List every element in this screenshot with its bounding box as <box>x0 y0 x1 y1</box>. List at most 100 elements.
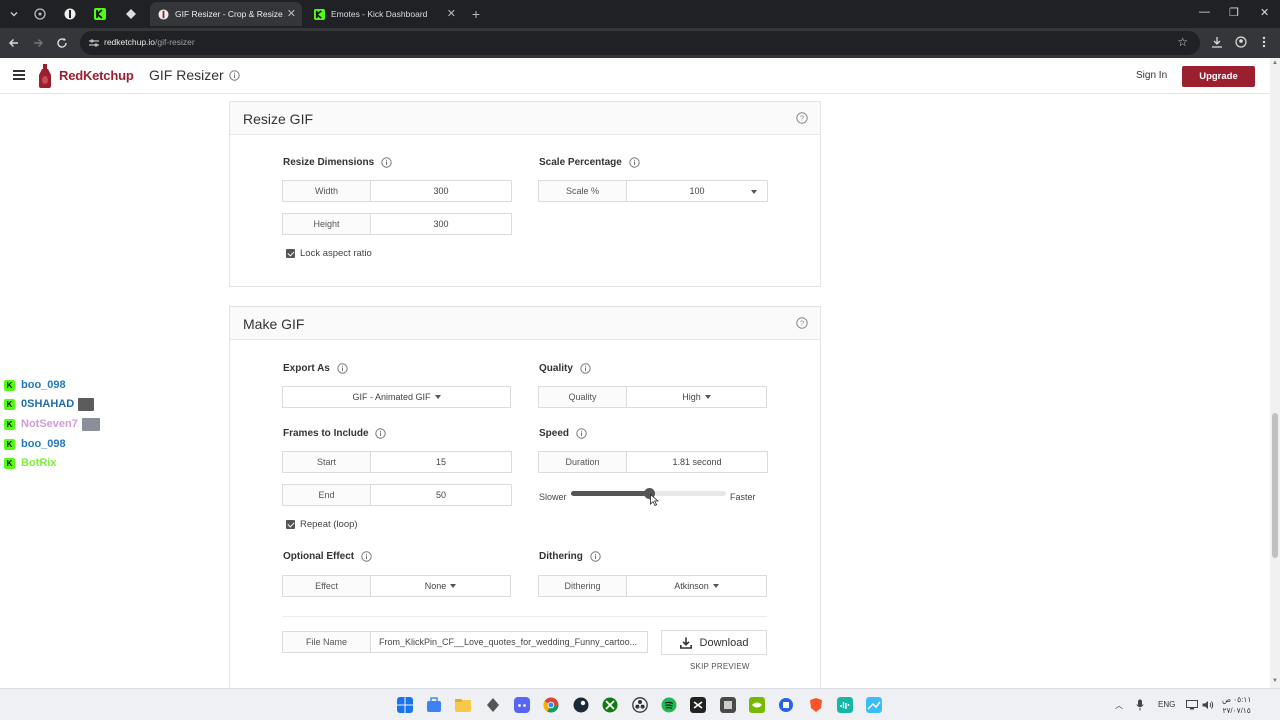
app-icon[interactable] <box>485 697 501 713</box>
repeat-loop-checkbox[interactable]: Repeat (loop) <box>286 519 358 530</box>
chat-username: 0SHAHAD <box>21 398 75 410</box>
new-tab-button[interactable]: + <box>467 5 485 23</box>
network-icon[interactable] <box>1186 700 1198 710</box>
brand-name[interactable]: RedKetchup <box>59 68 134 83</box>
file-name-field[interactable]: File Name From_KlickPin_CF__Love_quotes_… <box>282 631 648 653</box>
width-input[interactable]: 300 <box>371 181 511 201</box>
volume-icon[interactable] <box>1202 700 1214 710</box>
microphone-icon[interactable] <box>1136 699 1144 711</box>
close-tab-icon[interactable]: ✕ <box>287 7 296 20</box>
photos-app-icon[interactable] <box>866 697 882 713</box>
hamburger-menu-icon[interactable] <box>13 70 25 80</box>
end-frame-field[interactable]: End 50 <box>282 484 512 506</box>
sign-in-link[interactable]: Sign In <box>1136 70 1167 81</box>
close-window-icon[interactable]: ✕ <box>1260 6 1269 19</box>
discord-icon[interactable] <box>514 697 530 713</box>
redketchup-logo[interactable] <box>38 64 52 88</box>
dithering-field[interactable]: Dithering Atkinson <box>538 575 767 597</box>
tab-kick-dashboard[interactable]: Emotes - Kick Dashboard ✕ <box>306 2 462 26</box>
help-icon[interactable]: ? <box>796 317 808 329</box>
more-menu-icon[interactable] <box>1262 36 1266 51</box>
language-indicator[interactable]: ENG <box>1158 700 1175 709</box>
app-icon[interactable] <box>720 697 736 713</box>
upgrade-button[interactable]: Upgrade <box>1182 66 1255 87</box>
effect-select[interactable]: None <box>371 576 510 596</box>
effect-field[interactable]: Effect None <box>282 575 511 597</box>
store-icon[interactable] <box>426 697 442 713</box>
minimize-icon[interactable]: — <box>1199 6 1210 18</box>
info-icon[interactable] <box>361 551 372 562</box>
height-field[interactable]: Height 300 <box>282 213 512 235</box>
download-button[interactable]: Download <box>661 630 767 655</box>
width-field[interactable]: Width 300 <box>282 180 512 202</box>
xbox-icon[interactable] <box>602 697 618 713</box>
checkbox-checked-icon[interactable] <box>286 249 295 258</box>
dropdown-caret-icon <box>434 395 441 399</box>
skip-preview-link[interactable]: SKIP PREVIEW <box>690 662 750 671</box>
windows-taskbar: ︿ ENG ٠٥:١١ ص ٢٧/٠٧/١٥ <box>0 688 1280 720</box>
tab-gif-resizer[interactable]: GIF Resizer - Crop & Resize Animated GIF… <box>150 2 302 26</box>
start-frame-field[interactable]: Start 15 <box>282 451 512 473</box>
info-icon[interactable] <box>579 363 591 374</box>
pinned-tab-kick[interactable] <box>86 4 114 24</box>
pinned-tab-redketchup[interactable] <box>56 4 84 24</box>
start-windows-icon[interactable] <box>397 697 413 713</box>
scrollbar-thumb[interactable] <box>1272 413 1278 558</box>
scale-field[interactable]: Scale % 100 <box>538 180 768 202</box>
info-icon[interactable] <box>576 428 587 439</box>
close-tab-icon[interactable]: ✕ <box>447 7 456 20</box>
info-icon[interactable] <box>336 363 348 374</box>
bookmark-star-icon[interactable]: ☆ <box>1177 35 1188 49</box>
page-scrollbar[interactable]: ▲ ▼ <box>1270 58 1280 688</box>
spotify-icon[interactable] <box>661 697 677 713</box>
chat-message: K 0SHAHAD <box>4 397 95 411</box>
site-info-icon[interactable] <box>88 37 100 49</box>
obs-icon[interactable] <box>632 697 648 713</box>
tab-title: GIF Resizer - Crop & Resize Animated GIF… <box>175 9 285 19</box>
forward-icon[interactable] <box>30 35 46 51</box>
profile-icon[interactable] <box>1235 36 1247 51</box>
info-icon[interactable] <box>589 551 601 562</box>
tab-search-chevron-icon[interactable] <box>5 5 23 23</box>
info-icon[interactable] <box>381 157 392 168</box>
steam-icon[interactable] <box>573 697 589 713</box>
scroll-down-arrow-icon[interactable]: ▼ <box>1272 678 1278 684</box>
file-name-input[interactable]: From_KlickPin_CF__Love_quotes_for_weddin… <box>371 632 647 652</box>
start-input[interactable]: 15 <box>371 452 511 472</box>
scale-select[interactable]: 100 <box>627 181 767 201</box>
height-input[interactable]: 300 <box>371 214 511 234</box>
chrome-icon[interactable] <box>543 697 559 713</box>
info-icon[interactable] <box>229 70 240 81</box>
speed-slider[interactable] <box>571 488 726 499</box>
pinned-tab-globe[interactable] <box>26 4 54 24</box>
file-explorer-icon[interactable] <box>455 697 471 713</box>
svg-text:?: ? <box>800 319 804 328</box>
end-input[interactable]: 50 <box>371 485 511 505</box>
system-clock[interactable]: ٠٥:١١ ص ٢٧/٠٧/١٥ <box>1222 694 1251 716</box>
checkbox-checked-icon[interactable] <box>286 520 295 529</box>
info-icon[interactable] <box>375 428 387 439</box>
app-icon[interactable] <box>778 697 794 713</box>
pinned-tab-app[interactable] <box>117 4 145 24</box>
nvidia-icon[interactable] <box>749 697 765 713</box>
brave-icon[interactable] <box>808 697 824 713</box>
quality-field[interactable]: Quality High <box>538 386 767 408</box>
restore-icon[interactable]: ❐ <box>1229 6 1239 19</box>
download-icon[interactable] <box>1211 36 1223 51</box>
cube-icon <box>126 9 136 19</box>
help-icon[interactable]: ? <box>796 112 808 124</box>
duration-input[interactable]: 1.81 second <box>627 452 767 472</box>
dithering-select[interactable]: Atkinson <box>627 576 766 596</box>
back-icon[interactable] <box>6 35 22 51</box>
capcut-icon[interactable] <box>690 697 706 713</box>
audio-app-icon[interactable] <box>837 697 853 713</box>
quality-select[interactable]: High <box>627 387 766 407</box>
tray-overflow-icon[interactable]: ︿ <box>1115 700 1123 711</box>
scroll-up-arrow-icon[interactable]: ▲ <box>1272 60 1278 66</box>
duration-field[interactable]: Duration 1.81 second <box>538 451 768 473</box>
address-bar[interactable]: redketchup.io/gif-resizer ☆ <box>80 31 1200 55</box>
lock-aspect-ratio-checkbox[interactable]: Lock aspect ratio <box>286 248 372 259</box>
export-as-select[interactable]: GIF - Animated GIF <box>282 386 511 408</box>
reload-icon[interactable] <box>54 35 70 51</box>
info-icon[interactable] <box>628 157 640 168</box>
